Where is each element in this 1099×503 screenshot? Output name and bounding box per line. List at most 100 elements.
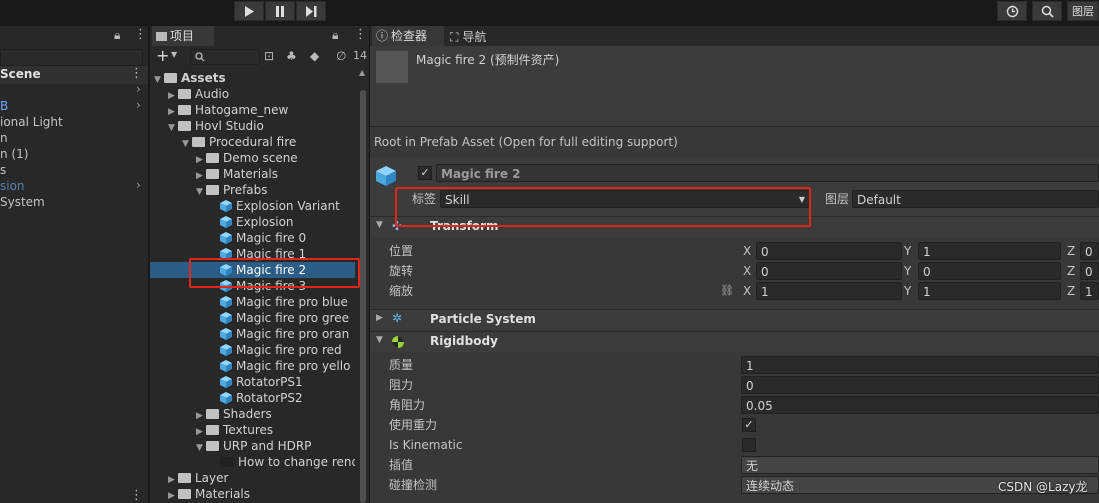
scroll-up-icon[interactable]: ▲ [359,68,365,77]
tree-item[interactable]: How to change rend [150,454,355,470]
chevron-down-icon[interactable]: ▼ [196,184,206,198]
tree-item[interactable]: RotatorPS2 [150,390,355,406]
rotation-z-field[interactable]: 0 [1080,262,1099,280]
tree-item[interactable]: ▼ Assets [150,70,355,86]
tree-item[interactable]: Explosion Variant [150,198,355,214]
angular-drag-field[interactable]: 0.05 [741,396,1099,414]
project-scrollbar[interactable]: ▲ [359,68,367,503]
chevron-right-icon[interactable]: ▶ [196,424,206,438]
tab-inspector[interactable]: ⓘ 检查器 [372,26,444,46]
step-button[interactable] [296,1,326,21]
filter-by-label-icon[interactable]: ◆ [310,49,319,63]
chevron-right-icon[interactable]: › [136,82,141,96]
tree-item[interactable]: ▼ Hovl Studio [150,118,355,134]
scrollbar-thumb[interactable] [360,90,366,503]
hierarchy-item[interactable]: n [0,130,8,146]
history-button[interactable] [997,1,1027,21]
tree-item[interactable]: Magic fire 0 [150,230,355,246]
chevron-down-icon[interactable]: ▼ [154,72,164,86]
tree-item[interactable]: ▶ Shaders [150,406,355,422]
tab-project[interactable]: 项目 [152,26,214,46]
menu-icon[interactable]: ⋮ [134,27,147,42]
chevron-right-icon[interactable]: ▶ [168,488,178,502]
position-y-field[interactable]: 1 [918,242,1061,260]
chevron-down-icon[interactable]: ▼ [171,50,177,59]
drag-field[interactable]: 0 [741,376,1099,394]
tree-item[interactable]: Magic fire 1 [150,246,355,262]
menu-icon[interactable]: ⋮ [354,27,367,42]
tree-item[interactable]: ▶ Textures [150,422,355,438]
tree-item[interactable]: Magic fire pro oran [150,326,355,342]
tree-item[interactable]: Magic fire 3 [150,278,355,294]
tree-item[interactable]: RotatorPS1 [150,374,355,390]
tree-item[interactable]: ▼ Procedural fire [150,134,355,150]
tree-item[interactable]: ▶ Hatogame_new [150,102,355,118]
lock-icon[interactable]: 🔒︎ [114,28,120,43]
use-gravity-checkbox[interactable]: ✓ [742,418,756,432]
chevron-right-icon[interactable]: ▶ [168,472,178,486]
search-type-icon[interactable]: ⊡ [264,49,274,63]
chevron-right-icon[interactable]: ▶ [196,408,206,422]
active-checkbox[interactable]: ✓ [418,166,432,180]
hierarchy-search[interactable] [0,49,143,66]
add-button[interactable]: + [156,46,169,65]
tree-item[interactable]: ▼ URP and HDRP [150,438,355,454]
lock-icon[interactable]: 🔒︎ [332,28,338,43]
tree-item[interactable]: Explosion [150,214,355,230]
link-icon[interactable]: ⛓ [720,284,734,297]
scale-x-field[interactable]: 1 [756,282,902,300]
interpolate-dropdown[interactable]: 无 [741,456,1099,474]
rigidbody-header[interactable]: ▼ Rigidbody [370,331,1099,352]
scale-y-field[interactable]: 1 [918,282,1061,300]
chevron-right-icon[interactable]: ▶ [168,104,178,118]
tree-item[interactable]: Magic fire pro yello [150,358,355,374]
pause-button[interactable] [265,1,295,21]
tree-item[interactable]: ▼ Prefabs [150,182,355,198]
hierarchy-item[interactable]: System [0,194,45,210]
rotation-x-field[interactable]: 0 [756,262,902,280]
chevron-right-icon[interactable]: ▶ [168,88,178,102]
scene-menu-icon[interactable]: ⋮ [130,66,143,81]
hierarchy-item[interactable]: sion [0,178,25,194]
hierarchy-item[interactable]: s [0,162,6,178]
tree-item-selected[interactable]: Magic fire 2 [150,262,355,278]
chevron-right-icon[interactable]: ▶ [196,152,206,166]
position-x-field[interactable]: 0 [756,242,902,260]
object-name-field[interactable]: Magic fire 2 [436,164,1099,182]
hierarchy-item[interactable]: n (1) [0,146,28,162]
scale-z-field[interactable]: 1 [1080,282,1099,300]
layer-dropdown[interactable]: Default [852,190,1099,208]
tree-item[interactable]: ▶ Layer [150,470,355,486]
chevron-right-icon[interactable]: ▶ [196,168,206,182]
chevron-down-icon[interactable]: ▼ [182,136,192,150]
search-button[interactable] [1032,1,1062,21]
rotation-y-field[interactable]: 0 [918,262,1061,280]
layers-dropdown[interactable]: 图层 [1067,1,1099,21]
hidden-packages-icon[interactable]: ∅ [336,49,346,63]
transform-header[interactable]: ▼ ✣ Transform [370,216,1099,237]
chevron-down-icon[interactable]: ▼ [196,440,206,454]
tree-item[interactable]: Magic fire pro blue [150,294,355,310]
hierarchy-item[interactable]: ional Light [0,114,63,130]
tree-item[interactable]: ▶ Materials [150,486,355,502]
filter-by-type-icon[interactable]: ♣ [286,49,297,63]
chevron-right-icon[interactable]: › [136,98,141,112]
tree-item[interactable]: ▶ Audio [150,86,355,102]
tree-item[interactable]: Magic fire pro red [150,342,355,358]
is-kinematic-checkbox[interactable] [742,438,756,452]
scene-header[interactable]: Scene ⋮ [0,66,148,84]
project-search-input[interactable] [190,49,260,65]
tag-dropdown[interactable]: Skill ▼ [440,190,810,208]
hierarchy-item[interactable]: B [0,98,8,114]
chevron-right-icon[interactable]: › [136,178,141,192]
particle-system-header[interactable]: ▶ ✲ Particle System [370,309,1099,330]
position-z-field[interactable]: 0 [1080,242,1099,260]
tree-item[interactable]: ▶ Materials [150,166,355,182]
tree-item[interactable]: ▶ Demo scene [150,150,355,166]
play-button[interactable] [234,1,264,21]
mass-field[interactable]: 1 [741,356,1099,374]
chevron-down-icon[interactable]: ▼ [168,120,178,134]
tab-navigation[interactable]: ⛶ 导航 [450,28,486,45]
tree-item[interactable]: Magic fire pro gree [150,310,355,326]
hierarchy-footer-menu-icon[interactable]: ⋮ [130,488,143,503]
